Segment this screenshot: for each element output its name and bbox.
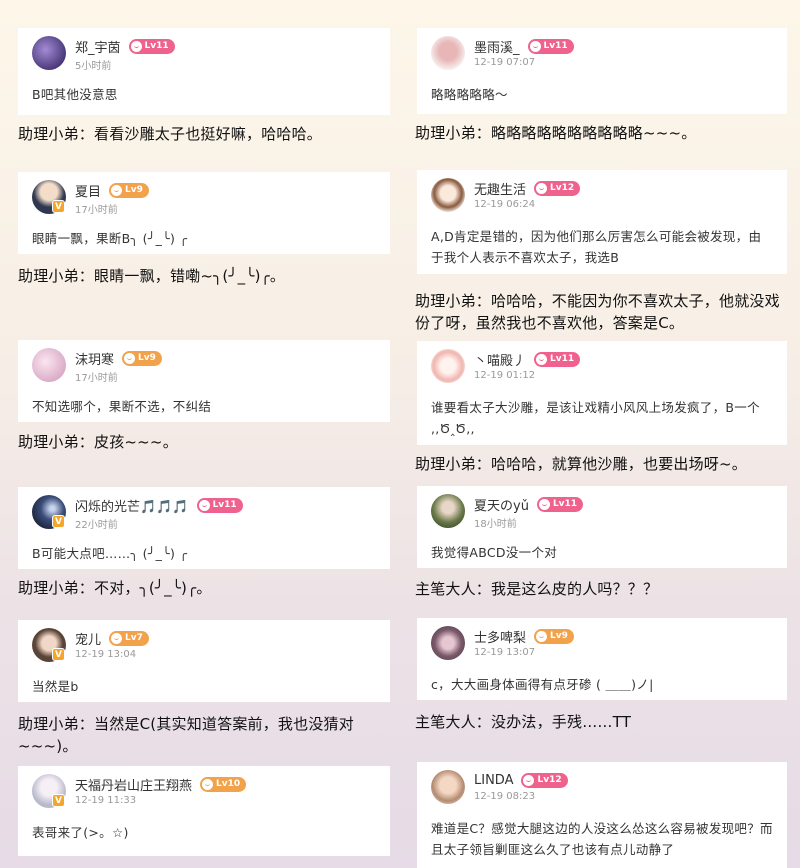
outdoor-avatar[interactable] — [431, 494, 465, 528]
username[interactable]: 天福丹岩山庄王翔燕 — [75, 775, 192, 794]
comment-card[interactable]: 夏天のyǔ Lv11 18小时前 我觉得ABCD没一个对 — [417, 486, 787, 568]
username[interactable]: 郑_宇茵 — [75, 37, 121, 56]
verified-icon: V — [52, 515, 65, 528]
comment-card[interactable]: V 闪烁的光芒🎵🎵🎵 Lv11 22小时前 B可能大点吧……╮ (╯_╰) ╭ — [18, 487, 390, 569]
timestamp: 22小时前 — [75, 520, 118, 531]
comment-text: 谁要看太子大沙雕，是该让戏精小风风上场发疯了，B一个 ,,Ծ‸Ծ,, — [431, 400, 760, 436]
username[interactable]: 沫玥寒 — [75, 349, 114, 368]
level-badge: Lv11 — [536, 496, 584, 512]
pink-flower-avatar[interactable] — [431, 36, 465, 70]
reply-text: 助理小弟：不对，╮(╯_╰)╭。 — [18, 579, 212, 597]
level-badge: Lv11 — [128, 38, 175, 54]
comment-text: c，大大画身体画得有点牙碜 ( ＿＿)ノ| — [431, 677, 654, 692]
cat-icon — [111, 184, 123, 196]
cat-girl-avatar[interactable] — [431, 349, 465, 383]
timestamp: 12-19 08:23 — [474, 791, 536, 802]
timestamp: 12-19 07:07 — [474, 57, 536, 68]
comment-text: 略略略略略～ — [431, 87, 508, 102]
reply-text: 主笔大人：我是这么皮的人吗？？？ — [415, 580, 659, 598]
timestamp: 12-19 01:12 — [474, 370, 536, 381]
comment-text: 我觉得ABCD没一个对 — [431, 545, 558, 560]
verified-icon: V — [52, 648, 65, 661]
apple-icon — [523, 774, 535, 786]
level-badge: Lv11 — [196, 497, 243, 513]
username[interactable]: 无趣生活 — [474, 179, 526, 198]
apple-icon — [536, 353, 548, 365]
comment-card[interactable]: 士多啤梨 Lv9 12-19 13:07 c，大大画身体画得有点牙碜 ( ＿＿)… — [417, 618, 787, 700]
comment-card[interactable]: 无趣生活 Lv12 12-19 06:24 A,D肯定是错的，因为他们那么厉害怎… — [417, 170, 787, 274]
timestamp: 18小时前 — [474, 519, 517, 530]
comment-text: 表哥来了(>。☆) — [32, 825, 129, 840]
comment-card[interactable]: 丶喵殿丿 Lv11 12-19 01:12 谁要看太子大沙雕，是该让戏精小风风上… — [417, 341, 787, 445]
level-badge: Lv12 — [521, 772, 568, 788]
verified-icon: V — [52, 200, 65, 213]
reply-text: 助理小弟：哈哈哈，就算他沙雕，也要出场呀~。 — [415, 455, 747, 473]
timestamp: 12-19 11:33 — [75, 795, 137, 806]
cat-icon — [536, 630, 548, 642]
username[interactable]: 墨雨溪_ — [474, 37, 520, 56]
comment-text: B吧其他没意思 — [32, 87, 118, 102]
cat-icon — [124, 352, 136, 364]
timestamp: 5小时前 — [75, 61, 112, 72]
username[interactable]: 夏目 — [75, 181, 101, 200]
pink-blossom-avatar[interactable] — [32, 348, 66, 382]
username[interactable]: 宠儿 — [75, 629, 101, 648]
galaxy-avatar[interactable]: V — [32, 495, 66, 529]
comment-card[interactable]: LINDA Lv12 12-19 08:23 难道是C？感觉大腿这边的人没这么怂… — [417, 762, 787, 868]
cat-icon — [111, 632, 123, 644]
level-badge: Lv10 — [200, 776, 247, 792]
username[interactable]: 士多啤梨 — [474, 627, 526, 646]
comment-card[interactable]: V 宠儿 Lv7 12-19 13:04 当然是b — [18, 620, 390, 702]
comment-text: 难道是C？感觉大腿这边的人没这么怂这么容易被发现吧？而且太子领旨剿匪这么久了也该… — [431, 821, 773, 857]
apple-icon — [538, 498, 550, 510]
chibi-avatar[interactable] — [431, 178, 465, 212]
apple-icon — [198, 499, 210, 511]
level-badge: Lv9 — [534, 628, 574, 644]
anime-girl-avatar[interactable]: V — [32, 774, 66, 808]
comment-card[interactable]: V 夏目 Lv9 17小时前 眼睛一飘，果断B╮ (╯_╰) ╭ — [18, 172, 390, 254]
reply-text: 助理小弟：眼睛一飘，错嘞~╮(╯_╰)╭。 — [18, 267, 286, 285]
comment-text: B可能大点吧……╮ (╯_╰) ╭ — [32, 546, 188, 561]
cat-icon — [202, 778, 214, 790]
username[interactable]: 闪烁的光芒🎵🎵🎵 — [75, 496, 189, 515]
comment-text: A,D肯定是错的，因为他们那么厉害怎么可能会被发现，由于我个人表示不喜欢太子，我… — [431, 229, 762, 265]
baby-avatar[interactable] — [431, 770, 465, 804]
timestamp: 17小时前 — [75, 373, 118, 384]
username[interactable]: 夏天のyǔ — [474, 495, 529, 514]
level-badge: Lv11 — [534, 351, 581, 367]
apple-icon — [130, 40, 142, 52]
comment-text: 眼睛一飘，果断B╮ (╯_╰) ╭ — [32, 231, 188, 246]
comment-card[interactable]: 郑_宇茵 Lv11 5小时前 B吧其他没意思 — [18, 28, 390, 115]
reply-text: 助理小弟：略略略略略略略略略略~~~。 — [415, 124, 697, 142]
username[interactable]: LINDA — [474, 773, 513, 788]
comment-card[interactable]: V 天福丹岩山庄王翔燕 Lv10 12-19 11:33 表哥来了(>。☆) — [18, 766, 390, 856]
level-badge: Lv9 — [109, 182, 149, 198]
comment-text: 当然是b — [32, 679, 79, 694]
purple-flower-avatar[interactable] — [32, 36, 66, 70]
comment-card[interactable]: 沫玥寒 Lv9 17小时前 不知选哪个，果断不选，不纠结 — [18, 340, 390, 422]
verified-icon: V — [52, 794, 65, 807]
reply-text: 主笔大人：没办法，手残……TT — [415, 713, 632, 731]
username[interactable]: 丶喵殿丿 — [474, 350, 526, 369]
apple-icon — [529, 40, 541, 52]
level-badge: Lv7 — [109, 630, 149, 646]
reply-text: 助理小弟：皮孩~~~。 — [18, 433, 178, 451]
timestamp: 12-19 06:24 — [474, 199, 536, 210]
reply-text: 助理小弟：看看沙雕太子也挺好嘛，哈哈哈。 — [18, 125, 323, 143]
level-badge: Lv9 — [122, 350, 162, 366]
level-badge: Lv11 — [527, 38, 574, 54]
timestamp: 17小时前 — [75, 205, 118, 216]
mouse-avatar[interactable] — [431, 626, 465, 660]
comment-text: 不知选哪个，果断不选，不纠结 — [32, 399, 212, 414]
comment-card[interactable]: 墨雨溪_ Lv11 12-19 07:07 略略略略略～ — [417, 28, 787, 114]
apple-icon — [536, 182, 548, 194]
girl-avatar[interactable]: V — [32, 628, 66, 662]
anime-boy-avatar[interactable]: V — [32, 180, 66, 214]
timestamp: 12-19 13:04 — [75, 649, 137, 660]
reply-text: 助理小弟：哈哈哈，不能因为你不喜欢太子，他就没戏份了呀，虽然我也不喜欢他，答案是… — [415, 292, 780, 332]
reply-text: 助理小弟：当然是C(其实知道答案前，我也没猜对~~~)。 — [18, 715, 354, 755]
level-badge: Lv12 — [534, 180, 581, 196]
timestamp: 12-19 13:07 — [474, 647, 536, 658]
